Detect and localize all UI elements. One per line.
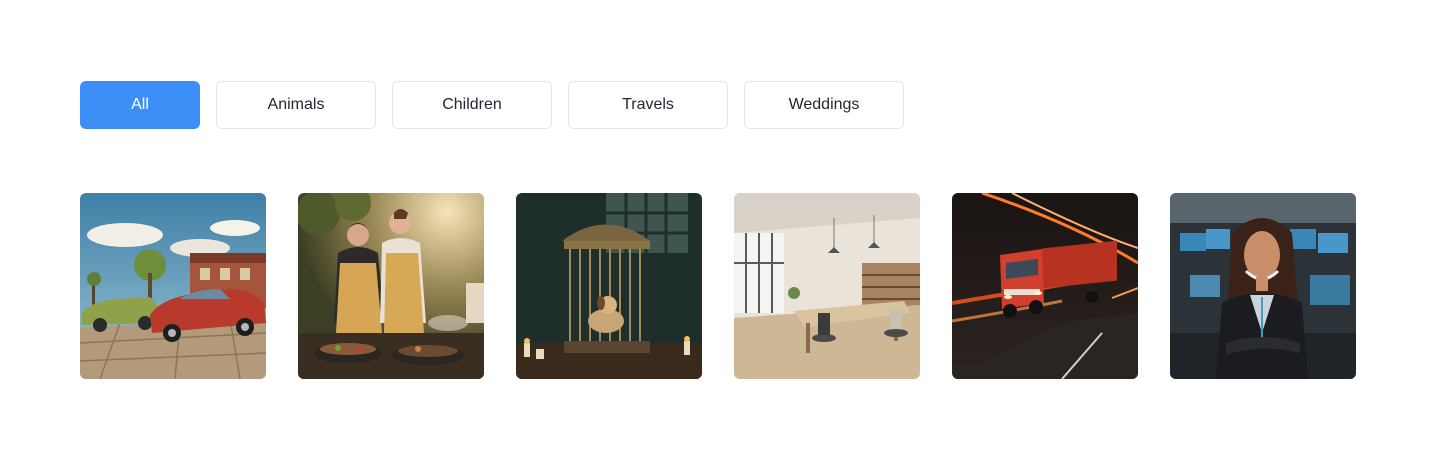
filter-all-button[interactable]: All — [80, 81, 200, 129]
image-gallery — [80, 193, 1356, 379]
gallery-image-truck[interactable] — [952, 193, 1138, 379]
filter-tabs: All Animals Children Travels Weddings — [80, 81, 904, 129]
filter-travels-button[interactable]: Travels — [568, 81, 728, 129]
cars-image — [80, 193, 266, 379]
filter-animals-button[interactable]: Animals — [216, 81, 376, 129]
businesswoman-image — [1170, 193, 1356, 379]
gallery-image-dog-cage[interactable] — [516, 193, 702, 379]
page: All Animals Children Travels Weddings — [0, 0, 1440, 459]
gallery-image-cooking[interactable] — [298, 193, 484, 379]
gallery-image-businesswoman[interactable] — [1170, 193, 1356, 379]
office-image — [734, 193, 920, 379]
truck-image — [952, 193, 1138, 379]
filter-weddings-button[interactable]: Weddings — [744, 81, 904, 129]
filter-children-button[interactable]: Children — [392, 81, 552, 129]
cooking-image — [298, 193, 484, 379]
gallery-image-office[interactable] — [734, 193, 920, 379]
gallery-image-cars[interactable] — [80, 193, 266, 379]
dog-cage-image — [516, 193, 702, 379]
